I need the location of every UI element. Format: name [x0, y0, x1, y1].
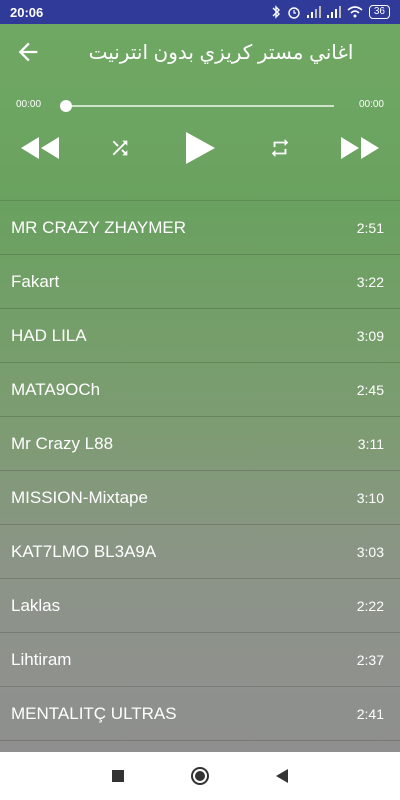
track-name: Laklas	[11, 595, 61, 615]
current-time: 00:00	[16, 99, 42, 110]
track-duration: 2:22	[356, 597, 384, 614]
status-time: 20:06	[10, 4, 44, 20]
shuffle-button[interactable]	[106, 124, 134, 172]
list-item[interactable]: Fakart 3:22	[0, 255, 400, 309]
track-duration: 3:11	[357, 435, 384, 452]
track-duration: 2:45	[356, 381, 384, 398]
play-button[interactable]	[180, 124, 220, 172]
nav-home-button[interactable]	[188, 764, 212, 788]
track-name: MR CRAZY ZHAYMER	[11, 217, 187, 237]
signal-icon	[306, 6, 321, 18]
status-bar: 20:06 36	[0, 0, 400, 24]
list-item[interactable]: MENTALITÇ ULTRAS 2:41	[0, 687, 400, 741]
list-item[interactable]: HAD LILA 3:09	[0, 309, 400, 363]
list-item[interactable]: Mr Crazy L88 3:11	[0, 417, 400, 471]
track-name: Lihtiram	[11, 649, 72, 669]
progress-bar[interactable]: 00:00 00:00	[0, 96, 400, 116]
toolbar: اغاني مستر كريزي بدون انترنيت	[0, 24, 400, 80]
list-item[interactable]: MATA9OCh 2:45	[0, 363, 400, 417]
rewind-button[interactable]	[18, 124, 62, 172]
repeat-button[interactable]	[266, 124, 294, 172]
list-item[interactable]: MISSION-Mixtape 3:10	[0, 471, 400, 525]
signal-icon	[326, 6, 341, 18]
seek-track[interactable]	[66, 105, 334, 107]
navigation-bar	[0, 752, 400, 800]
track-duration: 3:03	[356, 543, 384, 560]
nav-recents-button[interactable]	[106, 764, 130, 788]
track-duration: 2:51	[356, 219, 384, 236]
track-name: Mr Crazy L88	[11, 433, 114, 453]
rewind-icon	[21, 137, 59, 159]
total-time: 00:00	[358, 99, 384, 110]
track-name: MENTALITÇ ULTRAS	[11, 703, 177, 723]
back-arrow-icon[interactable]	[14, 38, 42, 66]
list-item[interactable]: MR CRAZY ZHAYMER 2:51	[0, 201, 400, 255]
nav-home-icon	[191, 767, 209, 785]
list-item[interactable]: Lihtiram 2:37	[0, 633, 400, 687]
shuffle-icon	[112, 140, 128, 156]
app-screen: اغاني مستر كريزي بدون انترنيت 00:00 00:0…	[0, 24, 400, 752]
play-icon	[186, 132, 215, 164]
bluetooth-icon	[272, 5, 280, 19]
track-list: MR CRAZY ZHAYMER 2:51 Fakart 3:22 HAD LILA…	[0, 200, 400, 741]
track-name: MISSION-Mixtape	[11, 487, 148, 507]
track-name: HAD LILA	[11, 325, 87, 345]
repeat-icon	[271, 138, 289, 158]
track-name: MATA9OCh	[11, 379, 101, 399]
nav-back-icon	[276, 769, 288, 783]
player-controls	[0, 124, 400, 172]
nav-recents-icon	[112, 770, 124, 782]
fast-forward-button[interactable]	[338, 124, 382, 172]
track-duration: 3:10	[356, 489, 384, 506]
status-icons: 36	[271, 5, 390, 19]
alarm-icon	[288, 7, 300, 19]
fast-forward-icon	[341, 137, 379, 159]
track-name: KAT7LMO BL3A9A	[11, 541, 157, 561]
list-item[interactable]: Laklas 2:22	[0, 579, 400, 633]
track-duration: 2:41	[356, 705, 384, 722]
track-name: Fakart	[11, 271, 60, 291]
list-item[interactable]: KAT7LMO BL3A9A 3:03	[0, 525, 400, 579]
wifi-icon	[347, 6, 363, 18]
battery-icon: 36	[368, 5, 390, 19]
track-duration: 3:22	[356, 273, 384, 290]
track-duration: 3:09	[356, 327, 384, 344]
track-duration: 2:37	[356, 651, 384, 668]
seek-thumb[interactable]	[60, 100, 72, 112]
nav-back-button[interactable]	[270, 764, 294, 788]
page-title: اغاني مستر كريزي بدون انترنيت	[88, 42, 354, 64]
